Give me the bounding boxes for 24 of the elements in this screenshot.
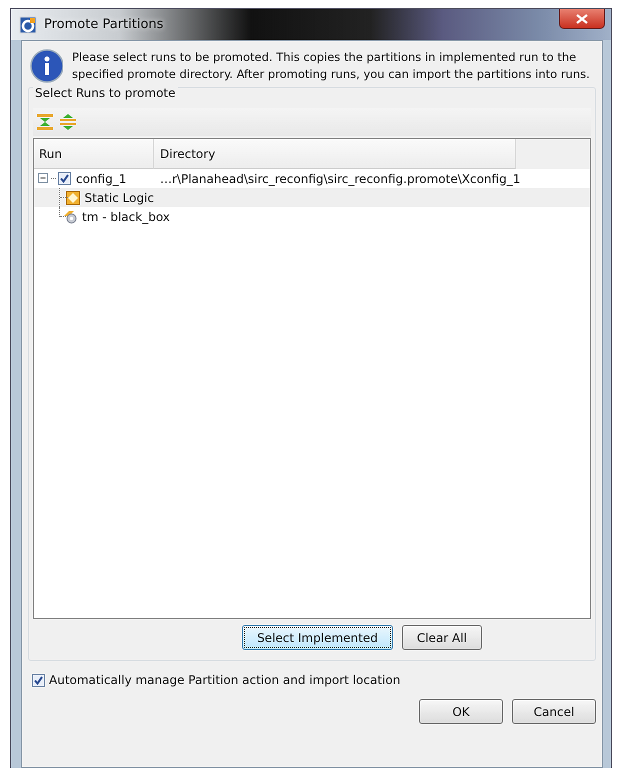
partition-name: Static Logic <box>84 190 154 204</box>
collapse-all-icon <box>59 113 77 131</box>
run-name: config_1 <box>76 172 126 186</box>
dialog-button[interactable]: OK <box>419 699 503 724</box>
gear-icon <box>63 210 77 224</box>
partition-icon <box>66 190 80 204</box>
group-title: Select Runs to promote <box>33 86 178 100</box>
expand-all-icon <box>36 113 54 131</box>
tree-row[interactable]: Static Logic <box>34 188 590 207</box>
close-icon <box>576 14 588 24</box>
action-button[interactable]: Select Implemented <box>242 625 393 650</box>
tree-toggle-icon[interactable] <box>38 173 49 184</box>
dialog-button[interactable]: Cancel <box>512 699 596 724</box>
info-icon <box>30 49 63 83</box>
action-button[interactable]: Clear All <box>402 625 482 650</box>
info-message: Please select runs to be promoted. This copies the partitions in implemented run to the specified promote directory. After promoting runs, you can import the partitions into runs. <box>72 49 591 83</box>
close-button[interactable] <box>559 9 605 29</box>
checkbox[interactable] <box>32 674 45 686</box>
directory-path: …r\Planahead\sirc_reconfig\sirc_reconfig.promote\Xconfig_1 <box>160 172 520 186</box>
window-title: Promote Partitions <box>44 17 164 32</box>
checkbox[interactable] <box>58 172 71 185</box>
app-icon <box>19 16 37 34</box>
partition-name: tm - black_box <box>82 210 170 224</box>
checkbox-label: Automatically manage Partition action and import location <box>49 673 400 687</box>
